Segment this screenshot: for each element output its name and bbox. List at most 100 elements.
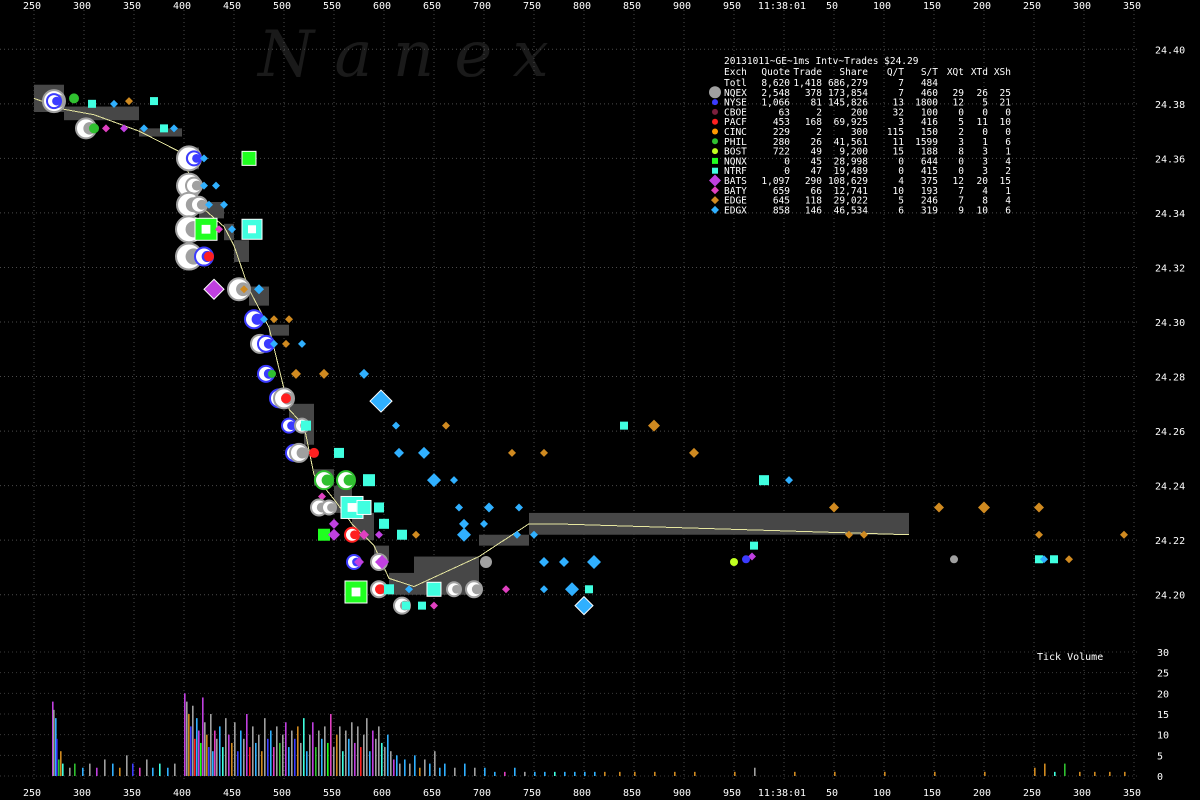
volume-bar — [1079, 771, 1081, 776]
x-tick-label-bottom: 250 — [23, 788, 41, 799]
volume-bar — [309, 734, 311, 776]
volume-bar — [219, 726, 221, 776]
trade-marker-nqnx — [241, 150, 257, 166]
volume-bar — [654, 771, 656, 776]
volume-bar — [594, 771, 596, 776]
volume-bar — [243, 738, 245, 776]
volume-bar — [584, 771, 586, 776]
trade-marker-core — [327, 503, 336, 512]
x-tick-label-top: 650 — [423, 1, 441, 12]
volume-bar — [225, 718, 227, 776]
trade-marker-phil — [89, 123, 99, 134]
nbbo-segment — [269, 324, 289, 336]
x-tick-label-top: 450 — [223, 1, 241, 12]
volume-bar — [222, 747, 224, 776]
volume-bar — [291, 730, 293, 776]
stats-header-cell: Exch — [724, 67, 747, 78]
volume-axis-label: Tick Volume — [1037, 652, 1103, 663]
trade-marker-ntrf — [620, 421, 628, 430]
x-tick-label-bottom: 150 — [923, 788, 941, 799]
trade-marker-core — [343, 474, 355, 486]
volume-bar — [363, 734, 365, 776]
volume-bar — [514, 767, 516, 776]
volume-bar — [1044, 763, 1046, 776]
volume-bar — [564, 771, 566, 776]
stats-header-cell: Quote — [761, 67, 790, 78]
x-tick-label-top: 700 — [473, 1, 491, 12]
chart-background — [0, 0, 1200, 800]
volume-bar — [694, 771, 696, 776]
volume-bar — [554, 771, 556, 776]
trade-marker-ntrf — [426, 581, 442, 597]
volume-bar — [794, 771, 796, 776]
volume-tick-label: 30 — [1157, 648, 1169, 659]
volume-bar — [504, 771, 506, 776]
volume-bar — [1094, 771, 1096, 776]
volume-bar — [196, 718, 198, 776]
legend-icon-cinc — [712, 128, 718, 135]
volume-tick-label: 20 — [1157, 689, 1169, 700]
volume-bar — [228, 734, 230, 776]
volume-bar — [375, 738, 377, 776]
volume-bar — [381, 742, 383, 776]
volume-bar — [399, 763, 401, 776]
x-tick-label-bottom: 300 — [73, 788, 91, 799]
trade-marker-ntrf — [356, 499, 372, 515]
x-tick-label-top: 400 — [173, 1, 191, 12]
volume-bar — [58, 759, 60, 776]
x-tick-label-top: 350 — [123, 1, 141, 12]
volume-bar — [297, 726, 299, 776]
volume-bar — [112, 763, 114, 776]
price-tick-label: 24.20 — [1155, 591, 1185, 602]
x-tick-label-top: 200 — [973, 1, 991, 12]
volume-tick-label: 10 — [1157, 731, 1169, 742]
x-tick-label-bottom: 400 — [173, 788, 191, 799]
x-tick-label-top: 11:38:01 — [758, 1, 806, 12]
trade-marker-nqex — [950, 555, 958, 564]
volume-bar — [194, 738, 196, 776]
volume-bar — [474, 767, 476, 776]
x-tick-label-bottom: 200 — [973, 788, 991, 799]
volume-bar — [619, 771, 621, 776]
volume-bar — [56, 738, 58, 776]
x-tick-label-bottom: 300 — [1073, 788, 1091, 799]
volume-bar — [62, 763, 64, 776]
trade-marker-ntrf — [1050, 555, 1058, 564]
trade-marker-phil — [268, 369, 276, 378]
volume-bar — [249, 747, 251, 776]
volume-bar — [53, 709, 55, 776]
volume-bar — [429, 763, 431, 776]
nbbo-segment — [64, 106, 139, 121]
trade-marker-ntrf — [379, 518, 389, 529]
trade-marker-pacf — [375, 584, 385, 595]
trade-marker-core — [321, 474, 333, 486]
stats-cell-xqt: 9 — [958, 205, 964, 216]
volume-bar — [204, 722, 206, 776]
x-tick-label-bottom: 650 — [423, 788, 441, 799]
legend-icon-nyse — [712, 99, 718, 106]
volume-bar — [267, 738, 269, 776]
volume-bar — [234, 722, 236, 776]
trade-marker-ntrf — [150, 97, 158, 106]
volume-bar — [454, 767, 456, 776]
volume-bar — [315, 747, 317, 776]
x-tick-label-top: 300 — [73, 1, 91, 12]
stats-cell-qt: 6 — [898, 205, 904, 216]
volume-bar — [360, 747, 362, 776]
volume-bar — [404, 759, 406, 776]
volume-bar — [258, 734, 260, 776]
trade-marker-core — [471, 584, 482, 595]
volume-bar — [574, 771, 576, 776]
trade-marker-ntrf — [363, 474, 375, 487]
volume-bar — [300, 742, 302, 776]
trade-marker-pacf — [281, 393, 291, 404]
trade-marker-phil — [69, 93, 79, 104]
volume-bar — [439, 767, 441, 776]
volume-bar — [285, 722, 287, 776]
volume-bar — [339, 726, 341, 776]
volume-bar — [303, 718, 305, 776]
x-tick-label-top: 300 — [1073, 1, 1091, 12]
volume-bar — [834, 771, 836, 776]
trade-marker-ntrf — [88, 99, 96, 108]
volume-bar — [1034, 767, 1036, 776]
